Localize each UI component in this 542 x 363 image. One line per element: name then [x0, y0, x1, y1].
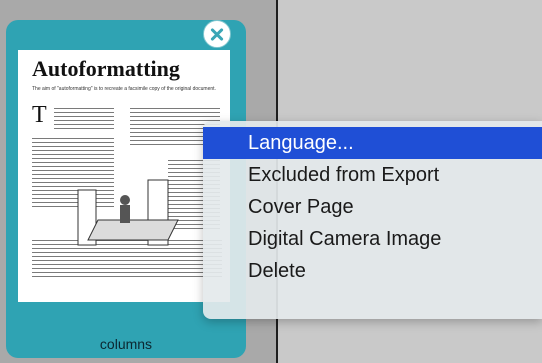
menu-item-digital-camera-image[interactable]: Digital Camera Image — [203, 223, 542, 255]
context-menu: Language... Excluded from Export Cover P… — [203, 121, 542, 319]
page-thumbnail-image[interactable]: Autoformatting The aim of "autoformattin… — [18, 50, 230, 302]
menu-item-excluded-from-export[interactable]: Excluded from Export — [203, 159, 542, 191]
thumbnail-subtitle: The aim of "autoformatting" is to recrea… — [32, 86, 216, 92]
menu-item-cover-page[interactable]: Cover Page — [203, 191, 542, 223]
thumbnail-illustration — [77, 179, 179, 246]
menu-item-language[interactable]: Language... — [203, 127, 542, 159]
close-icon[interactable] — [203, 20, 231, 48]
thumbnail-text-column-left — [54, 108, 114, 132]
thumbnail-dropcap: T — [32, 102, 47, 128]
thumbnail-title: Autoformatting — [32, 56, 180, 81]
thumbnail-caption: columns — [99, 336, 153, 352]
menu-item-delete[interactable]: Delete — [203, 255, 542, 287]
